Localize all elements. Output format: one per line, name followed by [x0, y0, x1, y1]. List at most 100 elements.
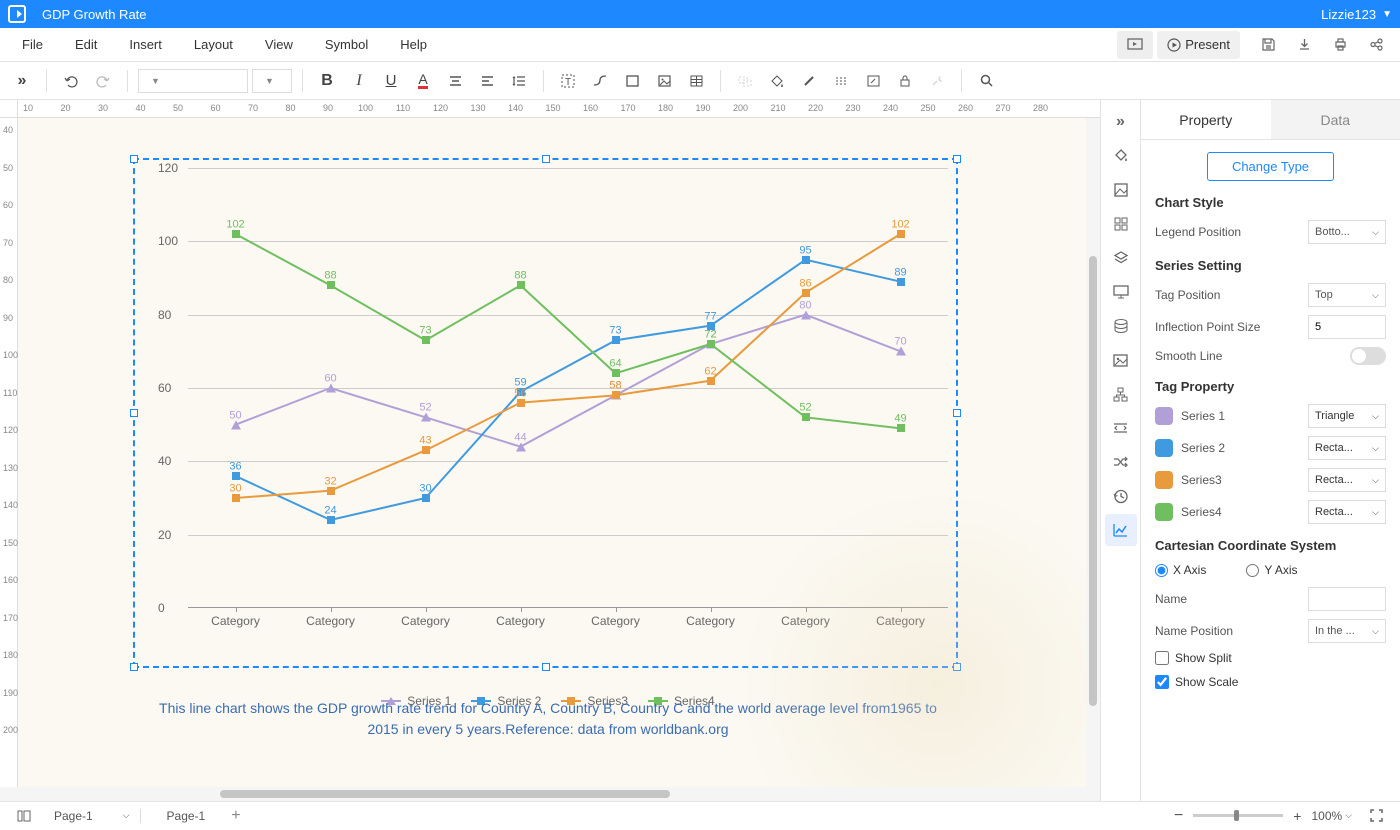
line-spacing-icon[interactable]	[505, 67, 533, 95]
axis-name-input[interactable]	[1308, 587, 1386, 611]
series-name: Series 1	[1181, 409, 1300, 423]
line-chart[interactable]: 020406080100120CategoryCategoryCategoryC…	[148, 168, 948, 658]
theme-icon[interactable]	[1105, 140, 1137, 172]
add-page-button[interactable]: +	[231, 807, 240, 825]
underline-icon[interactable]: U	[377, 67, 405, 95]
redo-icon[interactable]	[89, 67, 117, 95]
tag-position-select[interactable]: Top⌵	[1308, 283, 1386, 307]
menu-view[interactable]: View	[249, 37, 309, 52]
y-axis-radio[interactable]: Y Axis	[1246, 563, 1297, 577]
edit-points-icon[interactable]	[859, 67, 887, 95]
image-panel-icon[interactable]	[1105, 344, 1137, 376]
series-shape-select[interactable]: Recta...⌵	[1308, 436, 1386, 460]
font-size-dropdown[interactable]: ▼	[252, 69, 292, 93]
tools-icon[interactable]	[923, 67, 951, 95]
font-family-dropdown[interactable]: ▼	[138, 69, 248, 93]
menu-help[interactable]: Help	[384, 37, 443, 52]
series-shape-select[interactable]: Recta...⌵	[1308, 468, 1386, 492]
line-style-icon[interactable]	[827, 67, 855, 95]
connector-icon[interactable]	[586, 67, 614, 95]
shuffle-icon[interactable]	[1105, 446, 1137, 478]
horizontal-scrollbar[interactable]	[0, 787, 1100, 801]
chart-panel-icon[interactable]	[1105, 514, 1137, 546]
page-layout-icon[interactable]	[10, 802, 38, 830]
presentation-panel-icon[interactable]	[1105, 276, 1137, 308]
zoom-slider[interactable]	[1193, 814, 1283, 817]
collapse-panel-icon[interactable]: »	[1105, 106, 1137, 138]
align-vertical-icon[interactable]	[473, 67, 501, 95]
canvas[interactable]: 020406080100120CategoryCategoryCategoryC…	[18, 118, 1086, 787]
page-dropdown[interactable]: Page-1⌵	[54, 809, 141, 823]
save-icon[interactable]	[1250, 31, 1286, 59]
fill-color-icon[interactable]	[763, 67, 791, 95]
data-panel-icon[interactable]	[1105, 310, 1137, 342]
bold-icon[interactable]: B	[313, 67, 341, 95]
menu-file[interactable]: File	[6, 37, 59, 52]
series-color-swatch[interactable]	[1155, 407, 1173, 425]
resize-handle[interactable]	[130, 155, 138, 163]
series-color-swatch[interactable]	[1155, 439, 1173, 457]
font-color-icon[interactable]: A	[409, 67, 437, 95]
resize-handle[interactable]	[130, 663, 138, 671]
series-shape-select[interactable]: Recta...⌵	[1308, 500, 1386, 524]
user-menu[interactable]: Lizzie123 ▼	[1321, 7, 1392, 22]
name-position-select[interactable]: In the ...⌵	[1308, 619, 1386, 643]
tab-property[interactable]: Property	[1141, 100, 1271, 139]
x-axis-radio[interactable]: X Axis	[1155, 563, 1206, 577]
italic-icon[interactable]: I	[345, 67, 373, 95]
axis-name-label: Name	[1155, 592, 1187, 606]
menu-insert[interactable]: Insert	[113, 37, 178, 52]
resize-handle[interactable]	[953, 663, 961, 671]
series-color-swatch[interactable]	[1155, 503, 1173, 521]
history-icon[interactable]	[1105, 480, 1137, 512]
show-scale-checkbox[interactable]: Show Scale	[1155, 675, 1386, 689]
smooth-line-toggle[interactable]	[1350, 347, 1386, 365]
grid-panel-icon[interactable]	[1105, 208, 1137, 240]
share-icon[interactable]	[1358, 31, 1394, 59]
caret-down-icon: ▼	[1382, 9, 1392, 20]
menu-symbol[interactable]: Symbol	[309, 37, 384, 52]
vertical-scrollbar[interactable]	[1086, 118, 1100, 787]
shapes-panel-icon[interactable]	[1105, 174, 1137, 206]
undo-icon[interactable]	[57, 67, 85, 95]
status-bar: Page-1⌵ Page-1 + − + 100%⌵	[0, 801, 1400, 829]
inflection-size-input[interactable]	[1308, 315, 1386, 339]
group-icon[interactable]	[731, 67, 759, 95]
menu-edit[interactable]: Edit	[59, 37, 113, 52]
text-tool-icon[interactable]: T	[554, 67, 582, 95]
lock-icon[interactable]	[891, 67, 919, 95]
spacing-icon[interactable]	[1105, 412, 1137, 444]
shape-outline-icon[interactable]	[618, 67, 646, 95]
series-color-swatch[interactable]	[1155, 471, 1173, 489]
series-shape-select[interactable]: Triangle⌵	[1308, 404, 1386, 428]
image-icon[interactable]	[650, 67, 678, 95]
resize-handle[interactable]	[953, 409, 961, 417]
page-tab[interactable]: Page-1	[157, 809, 216, 823]
main-menu: FileEditInsertLayoutViewSymbolHelp	[6, 37, 443, 52]
resize-handle[interactable]	[130, 409, 138, 417]
resize-handle[interactable]	[953, 155, 961, 163]
zoom-out-button[interactable]: −	[1174, 807, 1183, 825]
print-icon[interactable]	[1322, 31, 1358, 59]
align-horizontal-icon[interactable]	[441, 67, 469, 95]
download-icon[interactable]	[1286, 31, 1322, 59]
legend-position-select[interactable]: Botto...⌵	[1308, 220, 1386, 244]
resize-handle[interactable]	[542, 663, 550, 671]
zoom-level-dropdown[interactable]: 100%⌵	[1311, 809, 1352, 823]
fullscreen-icon[interactable]	[1362, 802, 1390, 830]
resize-handle[interactable]	[542, 155, 550, 163]
expand-toolbar-icon[interactable]: »	[8, 67, 36, 95]
line-color-icon[interactable]	[795, 67, 823, 95]
show-split-checkbox[interactable]: Show Split	[1155, 651, 1386, 665]
slideshow-mode-icon[interactable]	[1117, 31, 1153, 59]
zoom-in-button[interactable]: +	[1293, 808, 1301, 824]
search-icon[interactable]	[972, 67, 1000, 95]
layers-panel-icon[interactable]	[1105, 242, 1137, 274]
menu-layout[interactable]: Layout	[178, 37, 249, 52]
vertical-ruler: 4050607080901001101201301401501601701801…	[0, 118, 18, 787]
present-button[interactable]: Present	[1157, 31, 1240, 59]
hierarchy-icon[interactable]	[1105, 378, 1137, 410]
table-icon[interactable]	[682, 67, 710, 95]
tab-data[interactable]: Data	[1271, 100, 1400, 139]
change-type-button[interactable]: Change Type	[1207, 152, 1334, 181]
